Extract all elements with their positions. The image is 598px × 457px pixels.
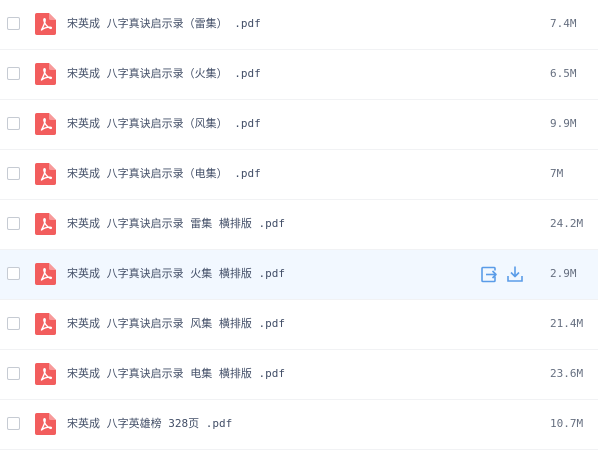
file-size: 24.2M <box>550 217 584 230</box>
file-name[interactable]: 宋英成 八字真诀启示录（火集） .pdf <box>67 66 261 82</box>
row-checkbox[interactable] <box>7 317 20 330</box>
file-size: 10.7M <box>550 417 584 430</box>
file-name[interactable]: 宋英成 八字真诀启示录 风集 横排版 .pdf <box>67 316 285 332</box>
file-row[interactable]: 宋英成 八字真诀启示录 电集 横排版 .pdf 23.6M <box>0 350 598 400</box>
file-name[interactable]: 宋英成 八字真诀启示录 电集 横排版 .pdf <box>67 366 285 382</box>
file-size: 2.9M <box>550 267 577 280</box>
row-checkbox[interactable] <box>7 367 20 380</box>
list-bottom-area <box>0 450 598 457</box>
row-checkbox[interactable] <box>7 117 20 130</box>
file-row[interactable]: 宋英成 八字英雄榜 328页 .pdf 10.7M <box>0 400 598 450</box>
pdf-file-icon <box>35 13 56 35</box>
file-row[interactable]: 宋英成 八字真诀启示录（雷集） .pdf 7.4M <box>0 0 598 50</box>
download-icon[interactable] <box>506 265 524 283</box>
row-checkbox[interactable] <box>7 17 20 30</box>
pdf-file-icon <box>35 313 56 335</box>
pdf-file-icon <box>35 163 56 185</box>
share-icon[interactable] <box>480 265 498 283</box>
file-row[interactable]: 宋英成 八字真诀启示录（电集） .pdf 7M <box>0 150 598 200</box>
file-name[interactable]: 宋英成 八字英雄榜 328页 .pdf <box>67 416 232 432</box>
pdf-file-icon <box>35 213 56 235</box>
file-name[interactable]: 宋英成 八字真诀启示录（风集） .pdf <box>67 116 261 132</box>
file-name[interactable]: 宋英成 八字真诀启示录（雷集） .pdf <box>67 16 261 32</box>
file-size: 7.4M <box>550 17 577 30</box>
row-checkbox[interactable] <box>7 217 20 230</box>
file-size: 6.5M <box>550 67 577 80</box>
file-size: 21.4M <box>550 317 584 330</box>
pdf-file-icon <box>35 413 56 435</box>
file-name[interactable]: 宋英成 八字真诀启示录 火集 横排版 .pdf <box>67 266 285 282</box>
pdf-file-icon <box>35 63 56 85</box>
row-checkbox[interactable] <box>7 417 20 430</box>
file-size: 7M <box>550 167 564 180</box>
file-row[interactable]: 宋英成 八字真诀启示录 雷集 横排版 .pdf 24.2M <box>0 200 598 250</box>
pdf-file-icon <box>35 113 56 135</box>
file-size: 23.6M <box>550 367 584 380</box>
file-list: 宋英成 八字真诀启示录（雷集） .pdf 7.4M 宋英成 八字真诀启示录（火集… <box>0 0 598 450</box>
row-checkbox[interactable] <box>7 267 20 280</box>
pdf-file-icon <box>35 263 56 285</box>
row-checkbox[interactable] <box>7 167 20 180</box>
file-row[interactable]: 宋英成 八字真诀启示录 风集 横排版 .pdf 21.4M <box>0 300 598 350</box>
file-row[interactable]: 宋英成 八字真诀启示录（火集） .pdf 6.5M <box>0 50 598 100</box>
row-checkbox[interactable] <box>7 67 20 80</box>
file-name[interactable]: 宋英成 八字真诀启示录（电集） .pdf <box>67 166 261 182</box>
file-row-hovered[interactable]: 宋英成 八字真诀启示录 火集 横排版 .pdf 2.9M <box>0 250 598 300</box>
file-size: 9.9M <box>550 117 577 130</box>
file-name[interactable]: 宋英成 八字真诀启示录 雷集 横排版 .pdf <box>67 216 285 232</box>
file-row[interactable]: 宋英成 八字真诀启示录（风集） .pdf 9.9M <box>0 100 598 150</box>
pdf-file-icon <box>35 363 56 385</box>
